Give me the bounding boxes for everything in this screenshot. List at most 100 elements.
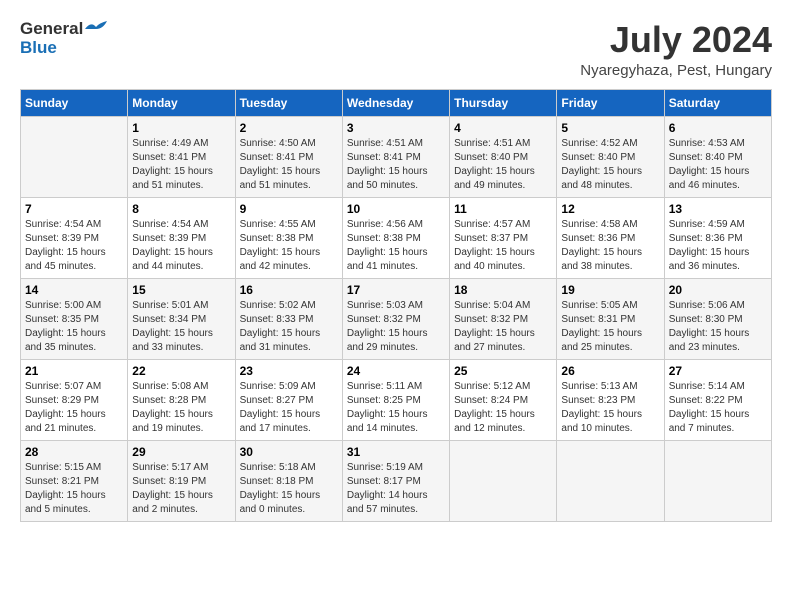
calendar-cell: 12 Sunrise: 4:58 AMSunset: 8:36 PMDayligh…	[557, 197, 664, 278]
header-thursday: Thursday	[450, 89, 557, 116]
day-number: 25	[454, 364, 552, 378]
calendar-cell	[664, 440, 771, 521]
day-number: 31	[347, 445, 445, 459]
day-info: Sunrise: 5:07 AMSunset: 8:29 PMDaylight:…	[25, 380, 123, 436]
day-number: 27	[669, 364, 767, 378]
day-number: 30	[240, 445, 338, 459]
calendar-cell: 29 Sunrise: 5:17 AMSunset: 8:19 PMDayligh…	[128, 440, 235, 521]
day-number: 24	[347, 364, 445, 378]
calendar-cell: 19 Sunrise: 5:05 AMSunset: 8:31 PMDayligh…	[557, 278, 664, 359]
day-number: 17	[347, 283, 445, 297]
day-number: 16	[240, 283, 338, 297]
calendar-cell: 2 Sunrise: 4:50 AMSunset: 8:41 PMDaylight…	[235, 116, 342, 197]
day-number: 23	[240, 364, 338, 378]
calendar-cell: 4 Sunrise: 4:51 AMSunset: 8:40 PMDaylight…	[450, 116, 557, 197]
day-number: 9	[240, 202, 338, 216]
day-info: Sunrise: 4:51 AMSunset: 8:41 PMDaylight:…	[347, 137, 445, 193]
calendar-cell: 7Sunrise: 4:54 AMSunset: 8:39 PMDaylight…	[21, 197, 128, 278]
day-info: Sunrise: 4:54 AMSunset: 8:39 PMDaylight:…	[132, 218, 230, 274]
day-info: Sunrise: 5:04 AMSunset: 8:32 PMDaylight:…	[454, 299, 552, 355]
calendar-cell: 31 Sunrise: 5:19 AMSunset: 8:17 PMDayligh…	[342, 440, 449, 521]
calendar-cell: 28Sunrise: 5:15 AMSunset: 8:21 PMDayligh…	[21, 440, 128, 521]
logo-bird-icon	[85, 21, 107, 37]
day-info: Sunrise: 4:56 AMSunset: 8:38 PMDaylight:…	[347, 218, 445, 274]
day-number: 3	[347, 121, 445, 135]
calendar-cell: 6 Sunrise: 4:53 AMSunset: 8:40 PMDaylight…	[664, 116, 771, 197]
day-info: Sunrise: 4:58 AMSunset: 8:36 PMDaylight:…	[561, 218, 659, 274]
day-number: 8	[132, 202, 230, 216]
day-number: 5	[561, 121, 659, 135]
calendar-cell: 10 Sunrise: 4:56 AMSunset: 8:38 PMDayligh…	[342, 197, 449, 278]
calendar-cell: 22 Sunrise: 5:08 AMSunset: 8:28 PMDayligh…	[128, 359, 235, 440]
day-number: 22	[132, 364, 230, 378]
calendar-cell: 16Sunrise: 5:02 AMSunset: 8:33 PMDayligh…	[235, 278, 342, 359]
day-number: 4	[454, 121, 552, 135]
day-info: Sunrise: 5:14 AMSunset: 8:22 PMDaylight:…	[669, 380, 767, 436]
day-info: Sunrise: 5:05 AMSunset: 8:31 PMDaylight:…	[561, 299, 659, 355]
header-wednesday: Wednesday	[342, 89, 449, 116]
page-header: General Blue July 2024 Nyaregyhaza, Pest…	[20, 20, 772, 79]
day-info: Sunrise: 4:54 AMSunset: 8:39 PMDaylight:…	[25, 218, 123, 274]
day-info: Sunrise: 4:55 AMSunset: 8:38 PMDaylight:…	[240, 218, 338, 274]
header-saturday: Saturday	[664, 89, 771, 116]
day-number: 6	[669, 121, 767, 135]
day-info: Sunrise: 5:11 AMSunset: 8:25 PMDaylight:…	[347, 380, 445, 436]
calendar-week-row: 14 Sunrise: 5:00 AMSunset: 8:35 PMDayligh…	[21, 278, 772, 359]
calendar-cell: 21 Sunrise: 5:07 AMSunset: 8:29 PMDayligh…	[21, 359, 128, 440]
title-block: July 2024 Nyaregyhaza, Pest, Hungary	[580, 20, 772, 79]
day-number: 21	[25, 364, 123, 378]
day-info: Sunrise: 5:13 AMSunset: 8:23 PMDaylight:…	[561, 380, 659, 436]
day-info: Sunrise: 5:18 AMSunset: 8:18 PMDaylight:…	[240, 461, 338, 517]
day-info: Sunrise: 5:17 AMSunset: 8:19 PMDaylight:…	[132, 461, 230, 517]
calendar-cell: 9 Sunrise: 4:55 AMSunset: 8:38 PMDaylight…	[235, 197, 342, 278]
day-number: 1	[132, 121, 230, 135]
day-number: 15	[132, 283, 230, 297]
header-tuesday: Tuesday	[235, 89, 342, 116]
calendar-cell: 30 Sunrise: 5:18 AMSunset: 8:18 PMDayligh…	[235, 440, 342, 521]
calendar-cell: 26 Sunrise: 5:13 AMSunset: 8:23 PMDayligh…	[557, 359, 664, 440]
calendar-cell: 1Sunrise: 4:49 AMSunset: 8:41 PMDaylight…	[128, 116, 235, 197]
day-number: 12	[561, 202, 659, 216]
day-number: 10	[347, 202, 445, 216]
day-info: Sunrise: 5:19 AMSunset: 8:17 PMDaylight:…	[347, 461, 445, 517]
calendar-week-row: 28Sunrise: 5:15 AMSunset: 8:21 PMDayligh…	[21, 440, 772, 521]
calendar-cell	[450, 440, 557, 521]
day-info: Sunrise: 5:08 AMSunset: 8:28 PMDaylight:…	[132, 380, 230, 436]
day-info: Sunrise: 5:09 AMSunset: 8:27 PMDaylight:…	[240, 380, 338, 436]
calendar-cell: 25 Sunrise: 5:12 AMSunset: 8:24 PMDayligh…	[450, 359, 557, 440]
day-info: Sunrise: 4:50 AMSunset: 8:41 PMDaylight:…	[240, 137, 338, 193]
calendar-cell: 15 Sunrise: 5:01 AMSunset: 8:34 PMDayligh…	[128, 278, 235, 359]
calendar-cell: 3 Sunrise: 4:51 AMSunset: 8:41 PMDaylight…	[342, 116, 449, 197]
day-number: 26	[561, 364, 659, 378]
calendar-header-row: SundayMondayTuesdayWednesdayThursdayFrid…	[21, 89, 772, 116]
day-number: 19	[561, 283, 659, 297]
location-subtitle: Nyaregyhaza, Pest, Hungary	[580, 62, 772, 79]
header-monday: Monday	[128, 89, 235, 116]
logo-general: General	[20, 20, 83, 39]
calendar-cell: 17Sunrise: 5:03 AMSunset: 8:32 PMDayligh…	[342, 278, 449, 359]
calendar-week-row: 1Sunrise: 4:49 AMSunset: 8:41 PMDaylight…	[21, 116, 772, 197]
day-info: Sunrise: 4:51 AMSunset: 8:40 PMDaylight:…	[454, 137, 552, 193]
day-number: 28	[25, 445, 123, 459]
calendar-cell: 5Sunrise: 4:52 AMSunset: 8:40 PMDaylight…	[557, 116, 664, 197]
day-info: Sunrise: 5:01 AMSunset: 8:34 PMDaylight:…	[132, 299, 230, 355]
calendar-week-row: 7Sunrise: 4:54 AMSunset: 8:39 PMDaylight…	[21, 197, 772, 278]
day-info: Sunrise: 4:59 AMSunset: 8:36 PMDaylight:…	[669, 218, 767, 274]
calendar-cell: 13Sunrise: 4:59 AMSunset: 8:36 PMDayligh…	[664, 197, 771, 278]
day-info: Sunrise: 5:00 AMSunset: 8:35 PMDaylight:…	[25, 299, 123, 355]
calendar-cell: 27 Sunrise: 5:14 AMSunset: 8:22 PMDayligh…	[664, 359, 771, 440]
day-number: 29	[132, 445, 230, 459]
header-friday: Friday	[557, 89, 664, 116]
calendar-cell: 20Sunrise: 5:06 AMSunset: 8:30 PMDayligh…	[664, 278, 771, 359]
calendar-week-row: 21 Sunrise: 5:07 AMSunset: 8:29 PMDayligh…	[21, 359, 772, 440]
day-number: 18	[454, 283, 552, 297]
calendar-cell	[557, 440, 664, 521]
calendar-table: SundayMondayTuesdayWednesdayThursdayFrid…	[20, 89, 772, 522]
day-info: Sunrise: 5:06 AMSunset: 8:30 PMDaylight:…	[669, 299, 767, 355]
header-sunday: Sunday	[21, 89, 128, 116]
day-number: 2	[240, 121, 338, 135]
day-info: Sunrise: 5:12 AMSunset: 8:24 PMDaylight:…	[454, 380, 552, 436]
day-info: Sunrise: 4:53 AMSunset: 8:40 PMDaylight:…	[669, 137, 767, 193]
day-number: 14	[25, 283, 123, 297]
logo: General Blue	[20, 20, 107, 57]
